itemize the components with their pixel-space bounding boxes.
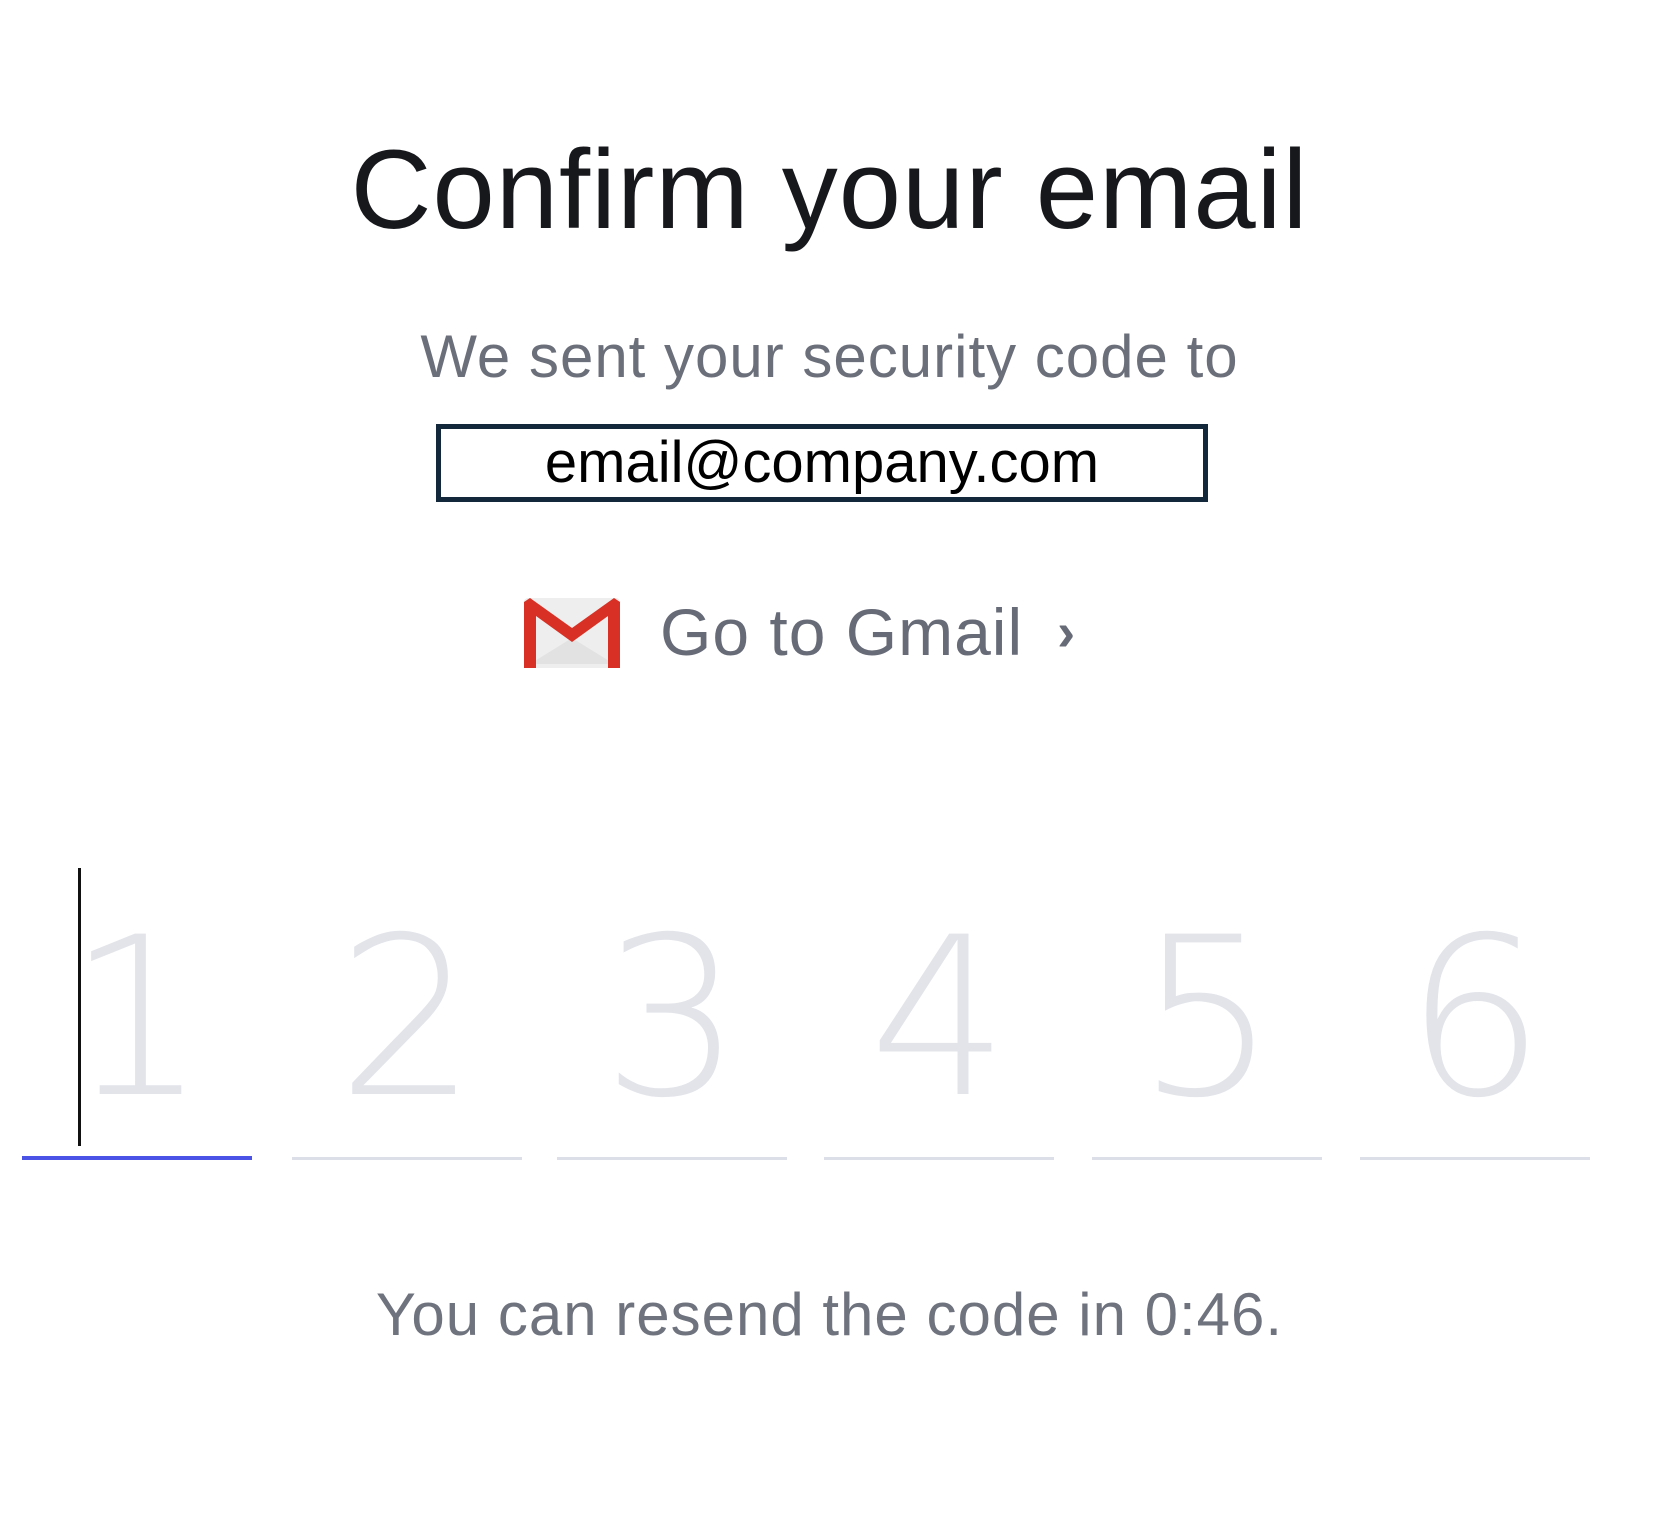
code-digit-underline bbox=[292, 1157, 522, 1160]
code-digit-input-5[interactable] bbox=[1092, 880, 1322, 1156]
go-to-gmail-link[interactable]: Go to Gmail › bbox=[520, 592, 1075, 672]
go-to-gmail-label: Go to Gmail bbox=[660, 595, 1024, 669]
code-digit-6[interactable] bbox=[1360, 880, 1590, 1160]
code-digit-underline bbox=[824, 1157, 1054, 1160]
code-digit-input-4[interactable] bbox=[824, 880, 1054, 1156]
code-digit-3[interactable] bbox=[557, 880, 787, 1160]
code-digit-1[interactable] bbox=[22, 868, 252, 1160]
code-digit-underline bbox=[1092, 1157, 1322, 1160]
gmail-icon bbox=[524, 598, 620, 668]
confirm-email-page: Confirm your email We sent your security… bbox=[0, 0, 1659, 1526]
code-digit-2[interactable] bbox=[292, 880, 522, 1160]
page-title: Confirm your email bbox=[350, 127, 1309, 252]
code-digit-4[interactable] bbox=[824, 880, 1054, 1160]
security-code-input-group bbox=[22, 868, 1592, 1160]
code-digit-5[interactable] bbox=[1092, 880, 1322, 1160]
code-digit-underline bbox=[557, 1157, 787, 1160]
code-digit-input-2[interactable] bbox=[292, 880, 522, 1156]
security-code-message: We sent your security code to bbox=[420, 323, 1239, 390]
code-digit-input-6[interactable] bbox=[1360, 880, 1590, 1156]
text-cursor bbox=[78, 868, 81, 1146]
code-digit-underline bbox=[1360, 1157, 1590, 1160]
chevron-right-icon: › bbox=[1057, 602, 1076, 662]
email-address-box: email@company.com bbox=[436, 424, 1208, 502]
code-digit-input-3[interactable] bbox=[557, 880, 787, 1156]
email-address: email@company.com bbox=[544, 430, 1100, 495]
code-digit-input-1[interactable] bbox=[22, 880, 252, 1156]
resend-countdown-text: You can resend the code in 0:46. bbox=[375, 1281, 1284, 1348]
code-digit-underline-active bbox=[22, 1156, 252, 1160]
